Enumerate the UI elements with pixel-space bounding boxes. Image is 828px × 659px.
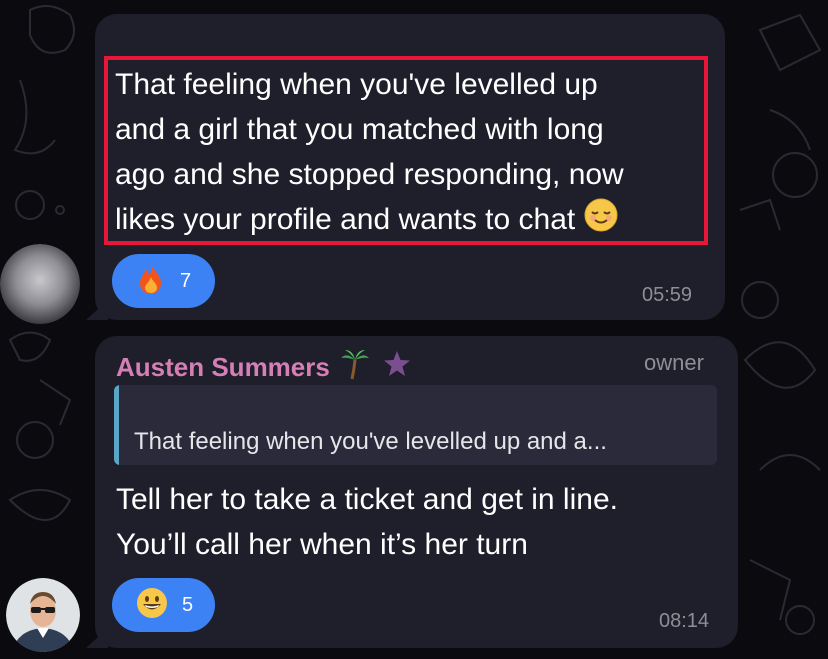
- star-icon: [382, 349, 412, 386]
- palm-tree-icon: [340, 348, 370, 387]
- message-line: Tell her to take a ticket and get in lin…: [116, 483, 618, 516]
- avatar[interactable]: [6, 578, 80, 652]
- reaction-count: 5: [182, 593, 194, 616]
- reaction-chip[interactable]: 7: [112, 254, 215, 308]
- message-text: Tell her to take a ticket and get in lin…: [116, 477, 618, 567]
- reply-accent-bar: [114, 385, 119, 465]
- reaction-count: 7: [180, 269, 192, 292]
- reaction-chip[interactable]: 5: [112, 578, 215, 632]
- sender-name[interactable]: Austen Summers: [116, 348, 412, 387]
- role-badge: owner: [644, 350, 704, 375]
- avatar[interactable]: [0, 244, 80, 324]
- highlight-box: [104, 56, 708, 245]
- message-line: You’ll call her when it’s her turn: [116, 528, 528, 561]
- message-timestamp: 08:14: [659, 610, 710, 632]
- reply-preview-text: That feeling when you've levelled up and…: [134, 428, 607, 455]
- reply-preview[interactable]: That feeling when you've levelled up and…: [114, 385, 717, 465]
- fire-icon: [136, 263, 166, 300]
- message-timestamp: 05:59: [642, 284, 693, 306]
- sender-name-text: Austen Summers: [116, 352, 330, 382]
- grinning-face-icon: [136, 587, 168, 624]
